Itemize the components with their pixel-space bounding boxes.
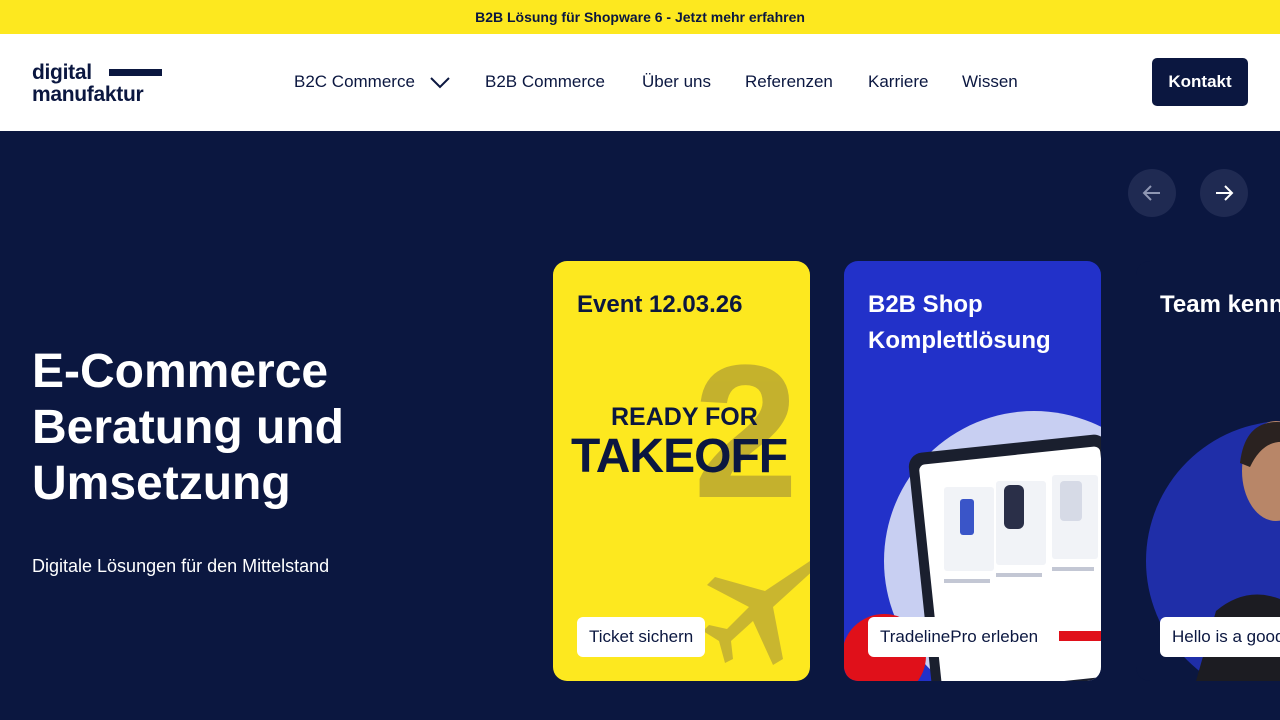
announcement-bar: B2B Lösung für Shopware 6 - Jetzt mehr e… [0,0,1280,34]
site-header: digital manufaktur B2C Commerce B2B Comm… [0,34,1280,131]
arrow-right-icon [1216,185,1234,201]
arrow-left-icon [1142,185,1160,201]
team-card[interactable]: Team kennenlernen Hello is a good [1136,261,1280,681]
chevron-down-icon [430,77,450,89]
logo-bar [109,69,162,76]
tradelinepro-button[interactable]: TradelinePro erleben [868,617,1051,657]
card-title: Event 12.03.26 [577,291,743,318]
logo[interactable]: digital manufaktur [32,61,172,107]
team-card-button[interactable]: Hello is a good [1160,617,1280,657]
nav-item-b2b-commerce[interactable]: B2B Commerce [485,72,605,92]
carousel-next-button[interactable] [1200,169,1248,217]
nav-item-ueber-uns[interactable]: Über uns [642,72,711,92]
nav-item-karriere[interactable]: Karriere [868,72,928,92]
hero-subtitle: Digitale Lösungen für den Mittelstand [32,556,330,576]
nav-item-b2c-commerce[interactable]: B2C Commerce [294,72,450,92]
event-card[interactable]: 2 Event 12.03.26 READY FOR TAKEOFF Ticke… [553,261,810,681]
nav-item-wissen[interactable]: Wissen [962,72,1018,92]
kontakt-button[interactable]: Kontakt [1152,58,1248,106]
logo-line-2: manufaktur [32,83,144,106]
announcement-link[interactable]: B2B Lösung für Shopware 6 - Jetzt mehr e… [475,9,805,25]
card-title: B2B Shop Komplettlösung [868,291,1051,354]
nav-item-label: B2C Commerce [294,72,415,91]
logo-line-1: digital [32,61,92,84]
takeoff-text: TAKEOFF [571,430,788,483]
ticket-button[interactable]: Ticket sichern [577,617,706,657]
nav-item-referenzen[interactable]: Referenzen [745,72,833,92]
airplane-icon [703,561,810,665]
card-title: Team kennenlernen [1160,291,1280,318]
ready-for-text: READY FOR [611,403,758,431]
b2b-shop-card[interactable]: B2B Shop Komplettlösung TradelinePro erl… [844,261,1101,681]
carousel-prev-button[interactable] [1128,169,1176,217]
hero-title: E-Commerce Beratung und Umsetzung [32,345,344,510]
